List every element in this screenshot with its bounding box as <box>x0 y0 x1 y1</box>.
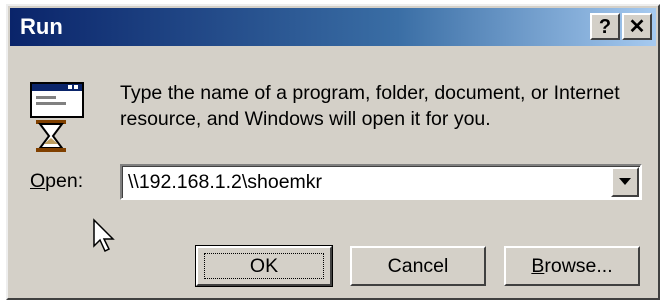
browse-button-label: Browse... <box>531 255 612 278</box>
instructions-text: Type the name of a program, folder, docu… <box>120 82 620 130</box>
open-label-mnemonic: O <box>30 170 46 192</box>
browse-mnemonic: B <box>531 254 545 277</box>
browse-button[interactable]: Browse... <box>504 246 640 286</box>
open-combobox[interactable]: \\192.168.1.2\shoemkr <box>120 164 642 200</box>
run-dialog: Run ? ✕ Type the name of a program, fold… <box>6 4 660 300</box>
open-input[interactable]: \\192.168.1.2\shoemkr <box>128 171 322 194</box>
open-label-rest: pen: <box>45 170 84 192</box>
browse-label-rest: rowse... <box>544 254 613 277</box>
help-icon: ? <box>598 15 612 38</box>
close-button[interactable]: ✕ <box>622 13 652 40</box>
close-icon: ✕ <box>628 15 646 38</box>
dropdown-button[interactable] <box>611 167 639 197</box>
run-program-icon <box>30 82 84 152</box>
chevron-down-icon <box>619 178 631 185</box>
cancel-button[interactable]: Cancel <box>350 246 486 286</box>
open-label: Open: <box>30 170 83 193</box>
cancel-button-label: Cancel <box>387 254 449 277</box>
ok-button[interactable]: OK <box>195 245 333 287</box>
help-button[interactable]: ? <box>590 13 620 40</box>
focus-rectangle <box>204 253 324 279</box>
window-title: Run <box>20 14 63 39</box>
title-bar[interactable]: Run ? ✕ <box>10 8 656 46</box>
mouse-pointer-icon <box>93 218 115 253</box>
